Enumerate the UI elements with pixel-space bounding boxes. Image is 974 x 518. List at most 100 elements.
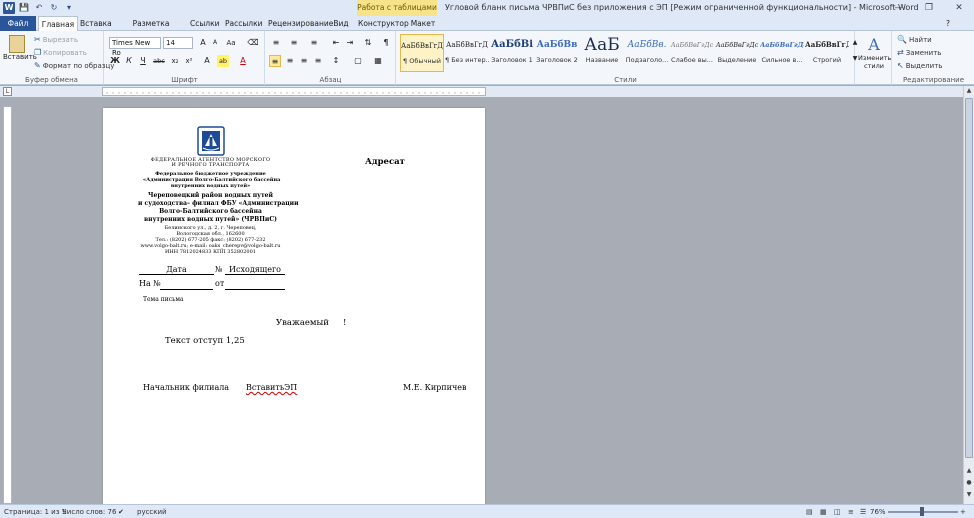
align-center-icon[interactable]: ≡ [284,55,296,67]
page-count[interactable]: Страница: 1 из 1 [4,508,66,516]
text-effects-button[interactable]: A [201,55,213,67]
tab-view[interactable]: Вид [333,16,349,31]
word-app-icon[interactable]: W [3,2,15,14]
tab-design[interactable]: Конструктор [358,16,409,31]
tab-references[interactable]: Ссылки [190,16,219,31]
decrease-indent-icon[interactable]: ⇤ [330,37,342,49]
format-painter-button[interactable]: ✎ Формат по образцу [34,61,114,70]
next-page-icon[interactable]: ▼ [964,490,974,500]
language[interactable]: русский [137,508,167,516]
shading-icon[interactable]: ▢ [352,55,364,67]
cut-button[interactable]: ✂ Вырезать [34,35,78,44]
horizontal-ruler[interactable] [102,87,486,96]
scroll-up-icon[interactable]: ▲ [964,86,974,96]
align-left-icon[interactable]: ≡ [269,55,281,67]
tab-mailings[interactable]: Рассылки [225,16,263,31]
style-normal[interactable]: АаБбВвГгД ¶ Обычный [400,34,444,72]
increase-indent-icon[interactable]: ⇥ [344,37,356,49]
clipboard-label: Буфер обмена [25,76,78,84]
tab-insert[interactable]: Вставка [80,16,112,31]
outline-icon[interactable]: ≡ [848,508,854,516]
copy-button[interactable]: ❐ Копировать [34,48,87,57]
web-layout-icon[interactable]: ◫ [834,508,841,516]
shrink-font-button[interactable]: A [209,37,221,49]
branch-line-4: внутренних водных путей» (ЧРВПиС) [144,216,277,223]
grow-font-button[interactable]: A [197,37,209,49]
font-name-combo[interactable]: Times New Ro [109,37,161,57]
line-spacing-icon[interactable]: ↕ [330,55,342,67]
signature-placeholder[interactable]: ВставитьЭП [246,383,297,392]
date-field[interactable]: Дата [139,265,214,275]
subscript-button[interactable]: x₂ [169,55,181,67]
vertical-scrollbar[interactable]: ▲ ▲ ● ▼ [963,86,974,504]
style-subtle-emphasis[interactable]: АаБбВвГгДс Слабое вы... [670,34,714,72]
zoom-level[interactable]: 76% [870,508,886,516]
save-icon[interactable]: 💾 [18,2,30,14]
full-screen-reading-icon[interactable]: ▦ [820,508,827,516]
brush-icon: ✎ [34,61,41,70]
style-emphasis[interactable]: АаБбВвГгДс Выделение [715,34,759,72]
outgoing-number-field[interactable]: Исходящего [225,265,285,275]
scroll-thumb[interactable] [965,98,973,458]
select-button[interactable]: ↖ Выделить [897,61,942,70]
justify-icon[interactable]: ≡ [312,55,324,67]
paste-button[interactable]: Вставить [3,33,37,71]
strikethrough-button[interactable]: abc [153,55,165,67]
underline-button[interactable]: Ч [137,55,149,67]
help-icon[interactable]: ? [942,16,954,31]
redo-icon[interactable]: ↻ [48,2,60,14]
tab-selector-icon[interactable]: L [3,87,12,96]
sort-icon[interactable]: ⇅ [362,37,374,49]
font-color-button[interactable]: A [237,55,249,67]
tab-review[interactable]: Рецензирование [268,16,333,31]
replace-button[interactable]: ⇄ Заменить [897,48,941,57]
style-intense-emphasis[interactable]: АаБбВвГгДс Сильное в... [760,34,804,72]
close-icon[interactable]: ✕ [944,0,974,16]
institution-line-3: внутренних водных путей» [170,183,251,189]
clear-format-icon[interactable]: ⌫ [247,37,259,49]
style-no-spacing[interactable]: АаБбВвГгД ¶ Без интер... [445,34,489,72]
tab-home[interactable]: Главная [38,16,78,32]
tab-file[interactable]: Файл [0,16,36,31]
restore-icon[interactable]: ❐ [914,0,944,16]
bullets-icon[interactable]: ≡ [270,37,282,49]
document-page[interactable]: ФЕДЕРАЛЬНОЕ АГЕНТСТВО МОРСКОГО И РЕЧНОГО… [103,108,485,506]
style-subtitle[interactable]: АаБбВв. Подзаголо... [625,34,669,72]
style-heading-2[interactable]: АаБбВв Заголовок 2 [535,34,579,72]
vertical-ruler[interactable] [3,106,12,504]
paragraph-label: Абзац [319,76,342,84]
change-case-button[interactable]: Aa [225,37,237,49]
style-title[interactable]: АаБ Название [580,34,624,72]
undo-icon[interactable]: ↶ [33,2,45,14]
borders-icon[interactable]: ▦ [372,55,384,67]
prev-page-icon[interactable]: ▲ [964,466,974,476]
print-layout-icon[interactable]: ▤ [806,508,813,516]
multilevel-list-icon[interactable]: ≡ [308,37,320,49]
reference-prefix: На № [139,279,161,288]
customize-toolbar-icon[interactable]: ▾ [63,2,75,14]
proofing-icon[interactable]: ✔ [118,508,124,516]
draft-icon[interactable]: ☰ [860,508,866,516]
word-count[interactable]: Число слов: 76 [62,508,116,516]
italic-button[interactable]: К [123,55,135,67]
zoom-in-icon[interactable]: + [960,508,966,516]
style-strong[interactable]: АаБбВвГгД Строгий [805,34,849,72]
align-right-icon[interactable]: ≡ [298,55,310,67]
tab-layout[interactable]: Макет [410,16,436,31]
font-size-combo[interactable]: 14 [163,37,193,49]
show-marks-icon[interactable]: ¶ [380,37,392,49]
superscript-button[interactable]: x² [183,55,195,67]
style-heading-1[interactable]: АаБбВі Заголовок 1 [490,34,534,72]
find-button[interactable]: 🔍 Найти [897,35,932,44]
numbering-icon[interactable]: ≡ [288,37,300,49]
minimize-icon[interactable]: — [884,0,914,16]
bold-button[interactable]: Ж [109,55,121,67]
reference-number-field[interactable] [160,279,213,290]
change-styles-button[interactable]: A Изменить стили [858,35,891,70]
window-title: Угловой бланк письма ЧРВПиС без приложен… [445,3,919,12]
tab-page-layout[interactable]: Разметка страницы [116,16,186,43]
browse-object-icon[interactable]: ● [964,478,974,488]
reference-date-field[interactable] [225,279,285,290]
zoom-slider-thumb[interactable] [920,507,924,516]
highlight-button[interactable]: ab [217,55,229,67]
